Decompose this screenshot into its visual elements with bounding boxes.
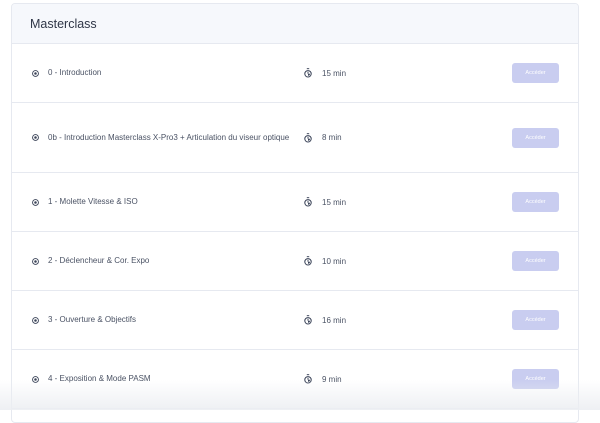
lesson-info: 4 - Exposition & Mode PASM	[32, 370, 304, 388]
access-button[interactable]: Accéder	[512, 310, 559, 330]
duration-text: 8 min	[322, 133, 342, 142]
duration-text: 10 min	[322, 257, 346, 266]
lesson-info: 0 - Introduction	[32, 64, 304, 82]
lesson-duration: 16 min	[304, 315, 508, 325]
lesson-duration: 15 min	[304, 197, 508, 207]
lesson-row: 3 - Ouverture & Objectifs 16 min Accéder	[12, 291, 578, 350]
play-circle-icon	[32, 134, 39, 141]
lesson-info: 0b - Introduction Masterclass X-Pro3 + A…	[32, 129, 304, 147]
duration-text: 16 min	[322, 316, 346, 325]
access-button[interactable]: Accéder	[512, 128, 559, 148]
lesson-title: 3 - Ouverture & Objectifs	[48, 311, 136, 329]
lesson-row: 4 - Exposition & Mode PASM 9 min Accéder	[12, 350, 578, 409]
play-circle-icon	[32, 317, 39, 324]
lesson-title: 0 - Introduction	[48, 64, 101, 82]
lesson-row: 0b - Introduction Masterclass X-Pro3 + A…	[12, 103, 578, 173]
stopwatch-icon	[304, 133, 312, 143]
section-header: Masterclass	[12, 4, 578, 44]
lesson-info: 1 - Molette Vitesse & ISO	[32, 193, 304, 211]
access-button[interactable]: Accéder	[512, 192, 559, 212]
stopwatch-icon	[304, 68, 312, 78]
lesson-info: 3 - Ouverture & Objectifs	[32, 311, 304, 329]
access-button[interactable]: Accéder	[512, 63, 559, 83]
duration-text: 15 min	[322, 198, 346, 207]
lesson-duration: 15 min	[304, 68, 508, 78]
access-button[interactable]: Accéder	[512, 251, 559, 271]
lesson-duration: 8 min	[304, 133, 508, 143]
masterclass-panel: Masterclass 0 - Introduction 15 min Accé…	[11, 3, 579, 423]
lesson-info: 2 - Déclencheur & Cor. Expo	[32, 252, 304, 270]
lesson-title: 1 - Molette Vitesse & ISO	[48, 193, 138, 211]
play-circle-icon	[32, 70, 39, 77]
lesson-duration: 9 min	[304, 374, 508, 384]
lesson-row: 0 - Introduction 15 min Accéder	[12, 44, 578, 103]
access-button[interactable]: Accéder	[512, 369, 559, 389]
duration-text: 15 min	[322, 69, 346, 78]
lesson-duration: 10 min	[304, 256, 508, 266]
lesson-title: 4 - Exposition & Mode PASM	[48, 370, 151, 388]
lesson-title: 2 - Déclencheur & Cor. Expo	[48, 252, 149, 270]
section-title: Masterclass	[30, 17, 97, 31]
stopwatch-icon	[304, 315, 312, 325]
play-circle-icon	[32, 376, 39, 383]
play-circle-icon	[32, 199, 39, 206]
stopwatch-icon	[304, 256, 312, 266]
play-circle-icon	[32, 258, 39, 265]
lesson-row: 1 - Molette Vitesse & ISO 15 min Accéder	[12, 173, 578, 232]
duration-text: 9 min	[322, 375, 342, 384]
lesson-row: 2 - Déclencheur & Cor. Expo 10 min Accéd…	[12, 232, 578, 291]
stopwatch-icon	[304, 197, 312, 207]
lesson-title: 0b - Introduction Masterclass X-Pro3 + A…	[48, 129, 289, 147]
stopwatch-icon	[304, 374, 312, 384]
